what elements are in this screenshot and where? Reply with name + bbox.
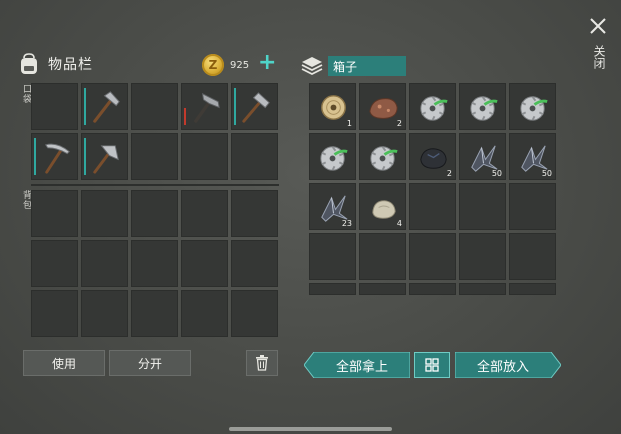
close-label[interactable]: 关闭 xyxy=(591,45,608,69)
backpack-icon xyxy=(21,53,37,74)
pocket-slot-8[interactable] xyxy=(131,133,178,180)
backpack-slot[interactable] xyxy=(31,240,78,287)
hammer-icon xyxy=(93,91,120,123)
backpack-slot[interactable] xyxy=(181,290,228,337)
pocket-slot-9[interactable] xyxy=(181,133,228,180)
saw-blade-icon xyxy=(420,96,448,121)
item-quantity: 23 xyxy=(341,219,352,228)
box-slot[interactable] xyxy=(309,233,356,280)
game-screen: 物品栏 Z 925 + 口袋 背包 使用 分开 箱子 1 2 2 50 50 2… xyxy=(0,0,621,434)
backpack-slot[interactable] xyxy=(81,190,128,237)
box-slot[interactable] xyxy=(359,233,406,280)
section-divider xyxy=(31,184,279,186)
box-slot[interactable]: 50 xyxy=(509,133,556,180)
pickaxe-icon xyxy=(44,143,70,174)
box-slot[interactable] xyxy=(409,233,456,280)
box-slot[interactable] xyxy=(459,83,506,130)
box-slot[interactable] xyxy=(509,233,556,280)
item-quantity: 50 xyxy=(491,169,502,178)
item-quantity: 2 xyxy=(396,119,402,128)
item-quantity: 50 xyxy=(541,169,552,178)
trash-icon xyxy=(256,355,268,371)
put-all-button[interactable]: 全部放入 xyxy=(455,352,551,378)
backpack-slot[interactable] xyxy=(31,290,78,337)
coin-balance: Z 925 xyxy=(202,54,249,76)
box-slot[interactable] xyxy=(509,183,556,230)
backpack-slot[interactable] xyxy=(181,240,228,287)
backpack-slot[interactable] xyxy=(31,190,78,237)
saw-blade-icon xyxy=(470,96,498,121)
box-slot[interactable] xyxy=(509,83,556,130)
backpack-slot[interactable] xyxy=(81,240,128,287)
box-slot[interactable] xyxy=(459,183,506,230)
coin-count: 925 xyxy=(230,59,250,71)
item-quantity: 4 xyxy=(396,219,402,228)
hammer-icon xyxy=(194,92,220,123)
grid-icon xyxy=(425,358,439,372)
box-slot[interactable] xyxy=(359,283,406,295)
pocket-slot-10[interactable] xyxy=(231,133,278,180)
delete-button[interactable] xyxy=(246,350,278,376)
saw-blade-icon xyxy=(520,96,548,121)
split-button[interactable]: 分开 xyxy=(109,350,191,376)
pocket-slot-1[interactable] xyxy=(31,83,78,130)
backpack-slot[interactable] xyxy=(181,190,228,237)
box-icon xyxy=(301,57,323,76)
box-slot[interactable] xyxy=(509,283,556,295)
backpack-slot[interactable] xyxy=(131,240,178,287)
box-title: 箱子 xyxy=(328,56,406,76)
backpack-slot[interactable] xyxy=(131,190,178,237)
add-coins-button[interactable]: + xyxy=(258,52,276,74)
close-icon[interactable] xyxy=(586,14,610,38)
box-slot[interactable] xyxy=(409,183,456,230)
pocket-slot-7[interactable] xyxy=(81,133,128,180)
home-indicator xyxy=(229,427,392,431)
pocket-slot-6[interactable] xyxy=(31,133,78,180)
box-slot[interactable] xyxy=(309,283,356,295)
box-slot[interactable]: 50 xyxy=(459,133,506,180)
item-quantity: 1 xyxy=(346,119,352,128)
pocket-slot-5[interactable] xyxy=(231,83,278,130)
pocket-slot-4[interactable] xyxy=(181,83,228,130)
backpack-slot[interactable] xyxy=(231,190,278,237)
inventory-title: 物品栏 xyxy=(48,57,93,73)
box-slot[interactable]: 23 xyxy=(309,183,356,230)
item-quantity: 2 xyxy=(446,169,452,178)
box-slot[interactable]: 2 xyxy=(409,133,456,180)
pocket-slot-3[interactable] xyxy=(131,83,178,130)
box-slot[interactable] xyxy=(409,83,456,130)
box-slot[interactable] xyxy=(359,133,406,180)
saw-blade-icon xyxy=(370,146,398,171)
box-slot[interactable] xyxy=(459,283,506,295)
box-slot[interactable]: 2 xyxy=(359,83,406,130)
box-header: 箱子 xyxy=(300,55,406,77)
coin-icon: Z xyxy=(202,54,224,76)
box-slot[interactable]: 1 xyxy=(309,83,356,130)
box-slot[interactable] xyxy=(409,283,456,295)
hammer-icon xyxy=(242,92,270,123)
inventory-header: 物品栏 xyxy=(18,52,93,76)
backpack-slot[interactable] xyxy=(231,240,278,287)
backpack-slot[interactable] xyxy=(131,290,178,337)
take-all-button[interactable]: 全部拿上 xyxy=(314,352,410,378)
backpack-slot[interactable] xyxy=(231,290,278,337)
sort-button[interactable] xyxy=(414,352,450,378)
box-slot[interactable] xyxy=(459,233,506,280)
backpack-slot[interactable] xyxy=(81,290,128,337)
saw-blade-icon xyxy=(320,146,348,171)
box-slot[interactable]: 4 xyxy=(359,183,406,230)
pocket-slot-2[interactable] xyxy=(81,83,128,130)
use-button[interactable]: 使用 xyxy=(23,350,105,376)
box-slot[interactable] xyxy=(309,133,356,180)
hammer-icon xyxy=(93,145,119,174)
